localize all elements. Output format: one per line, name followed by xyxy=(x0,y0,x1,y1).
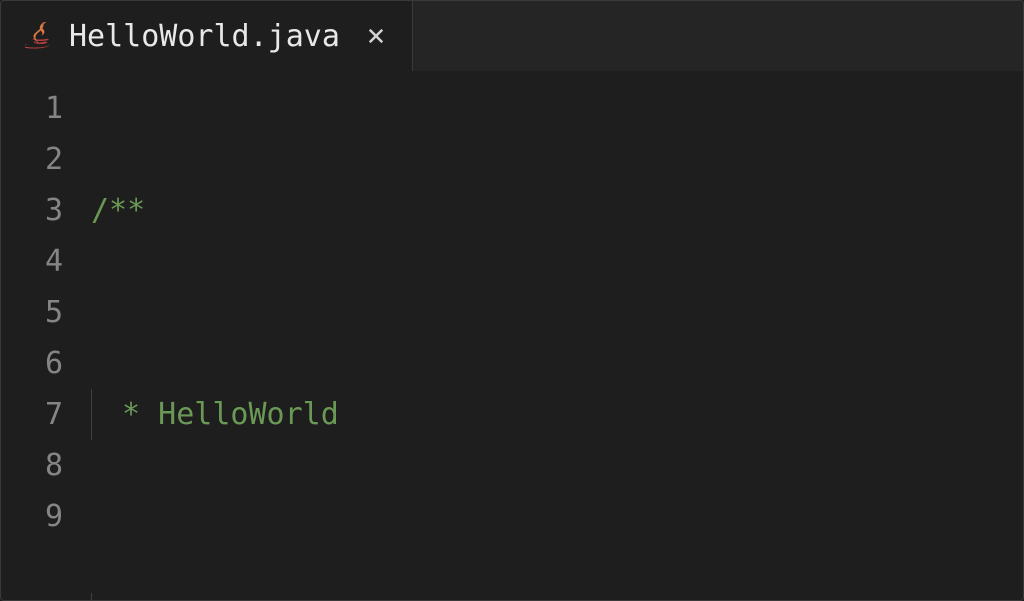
tab-filename: HelloWorld.java xyxy=(69,19,340,54)
java-icon xyxy=(25,22,53,50)
code-line: /** xyxy=(91,185,1023,236)
code-editor: HelloWorld.java 1 2 3 4 5 6 7 8 9 /** * … xyxy=(0,0,1024,601)
token-comment: * HelloWorld xyxy=(104,389,339,440)
code-area[interactable]: 1 2 3 4 5 6 7 8 9 /** * HelloWorld */ pu… xyxy=(1,71,1023,601)
line-number: 1 xyxy=(1,83,63,134)
line-number: 3 xyxy=(1,185,63,236)
token-comment: /** xyxy=(91,185,145,236)
line-number-gutter: 1 2 3 4 5 6 7 8 9 xyxy=(1,83,91,601)
tab-bar: HelloWorld.java xyxy=(1,1,1023,71)
line-number: 7 xyxy=(1,389,63,440)
token-comment: */ xyxy=(104,593,158,601)
file-tab[interactable]: HelloWorld.java xyxy=(1,1,413,71)
close-icon[interactable] xyxy=(364,24,388,48)
line-number: 4 xyxy=(1,236,63,287)
line-number: 8 xyxy=(1,440,63,491)
line-number: 5 xyxy=(1,287,63,338)
code-content[interactable]: /** * HelloWorld */ public class HelloWo… xyxy=(91,83,1023,601)
code-line: * HelloWorld xyxy=(91,389,1023,440)
line-number: 2 xyxy=(1,134,63,185)
line-number: 9 xyxy=(1,491,63,542)
code-line: */ xyxy=(91,593,1023,601)
line-number: 6 xyxy=(1,338,63,389)
